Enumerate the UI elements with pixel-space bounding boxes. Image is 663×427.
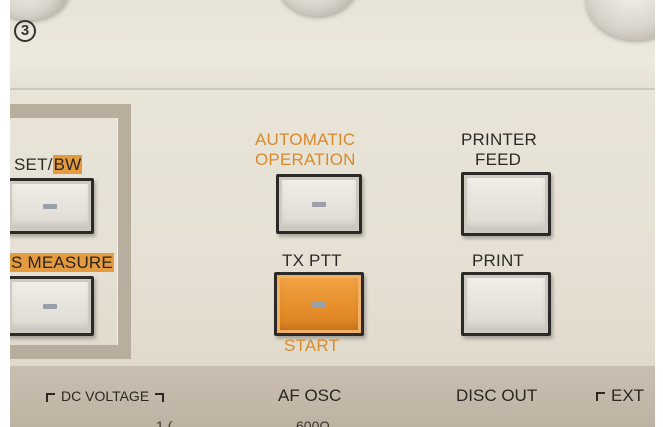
dc-voltage-label: DC VOLTAGE	[46, 388, 165, 404]
ext-label: EXT	[596, 386, 644, 406]
knob-center	[278, 0, 358, 16]
feed-label: FEED	[475, 150, 522, 169]
bracket-ext-icon	[596, 392, 605, 402]
start-label: START	[284, 336, 340, 355]
bottom-label-band: DC VOLTAGE AF OSC DISC OUT EXT 1 ( 600Ω	[10, 366, 655, 427]
operation-label: OPERATION	[255, 150, 356, 169]
bracket-left-icon	[46, 392, 55, 402]
automatic-operation-button[interactable]	[276, 174, 362, 234]
frame-top	[10, 104, 131, 118]
set-label: SET/	[14, 155, 53, 174]
top-knob-strip: 3	[10, 0, 655, 90]
frame-bottom	[10, 345, 131, 359]
printer-feed-button[interactable]	[461, 172, 551, 236]
set-bw-lamp	[43, 204, 57, 209]
s-measure-lamp	[43, 304, 57, 309]
disc-out-label: DISC OUT	[456, 386, 538, 405]
tx-ptt-start-button[interactable]	[274, 272, 364, 336]
print-button[interactable]	[461, 272, 551, 336]
set-bw-label: SET/BW	[14, 155, 83, 174]
dc-voltage-text: DC VOLTAGE	[61, 388, 150, 404]
equipment-panel-photo: 3 SET/BW S MEASURE AUTOMATIC OPERATION T…	[10, 0, 655, 427]
bracket-right-icon	[155, 392, 165, 402]
automatic-operation-lamp	[312, 202, 326, 207]
tx-ptt-label: TX PTT	[282, 251, 342, 270]
bw-label: BW	[52, 155, 83, 174]
cut-label-mid: 600Ω	[296, 418, 330, 427]
cut-label-left: 1 (	[156, 418, 173, 427]
tx-ptt-lamp	[312, 302, 326, 307]
frame-right	[117, 104, 131, 359]
s-measure-label: S MEASURE	[10, 253, 114, 272]
print-label: PRINT	[472, 251, 524, 270]
knob-right	[586, 0, 655, 40]
printer-label: PRINTER	[461, 130, 538, 149]
set-bw-button[interactable]	[10, 178, 94, 234]
automatic-label: AUTOMATIC	[255, 130, 356, 149]
ext-text: EXT	[611, 386, 645, 405]
s-measure-text: S MEASURE	[10, 253, 114, 272]
s-measure-button[interactable]	[10, 276, 94, 336]
photo-number: 3	[14, 20, 36, 42]
af-osc-label: AF OSC	[278, 386, 342, 405]
knob-left	[10, 0, 70, 20]
